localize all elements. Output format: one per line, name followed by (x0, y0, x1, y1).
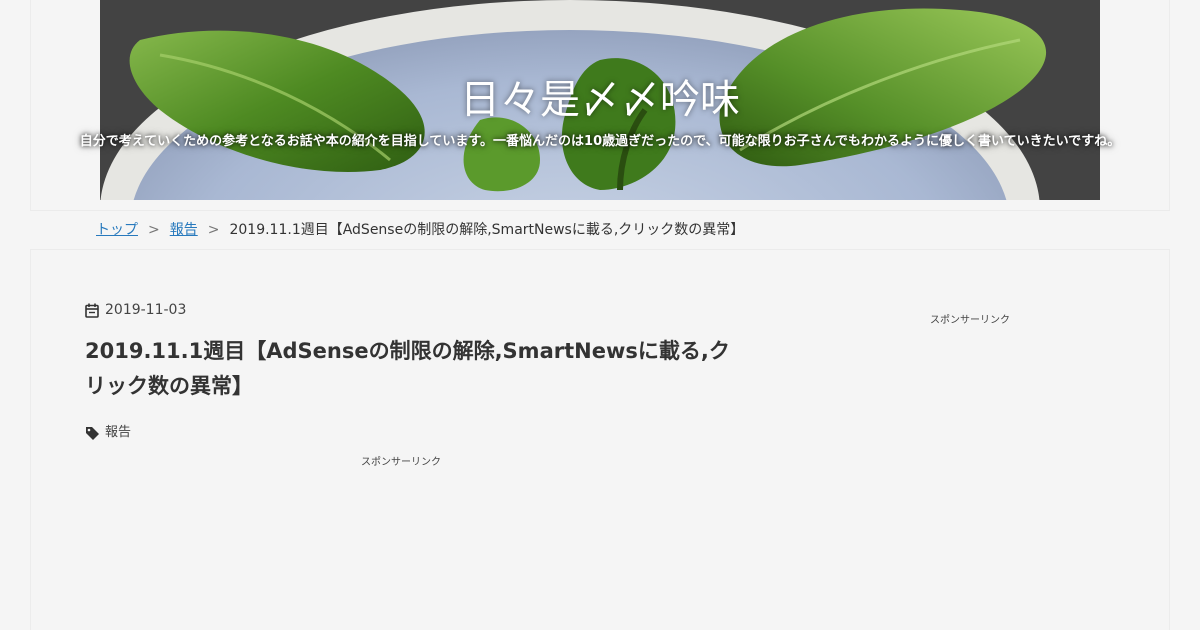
post-date: 2019-11-03 (85, 300, 186, 320)
post-tag-link[interactable]: 報告 (105, 423, 131, 443)
breadcrumb: トップ > 報告 >2019.11.1週目【AdSenseの制限の解除,SmartNe… (96, 211, 744, 249)
site-description: 自分で考えていくための参考となるお話や本の紹介を目指しています。一番悩んだのは1… (79, 134, 1121, 149)
breadcrumb-link-report[interactable]: 報告 (170, 222, 198, 238)
breadcrumb-bar: トップ > 報告 >2019.11.1週目【AdSenseの制限の解除,SmartNe… (30, 210, 1170, 250)
breadcrumb-current: 2019.11.1週目【AdSenseの制限の解除,SmartNewsに載る,ク… (229, 222, 745, 238)
post-date-text: 2019-11-03 (105, 302, 187, 318)
tag-icon (86, 426, 99, 440)
ad-label-main: スポンサーリンク (361, 457, 441, 468)
site-title[interactable]: 日々是〆〆吟味 (0, 72, 1200, 128)
calendar-icon (85, 303, 99, 318)
breadcrumb-separator: > (207, 222, 220, 238)
breadcrumb-link-top[interactable]: トップ (96, 222, 138, 238)
ad-label-sidebar: スポンサーリンク (930, 315, 1010, 326)
post-tags: 報告 (85, 423, 131, 443)
post-title: 2019.11.1週目【AdSenseの制限の解除,SmartNewsに載る,ク… (85, 339, 730, 398)
breadcrumb-separator: > (148, 222, 160, 238)
